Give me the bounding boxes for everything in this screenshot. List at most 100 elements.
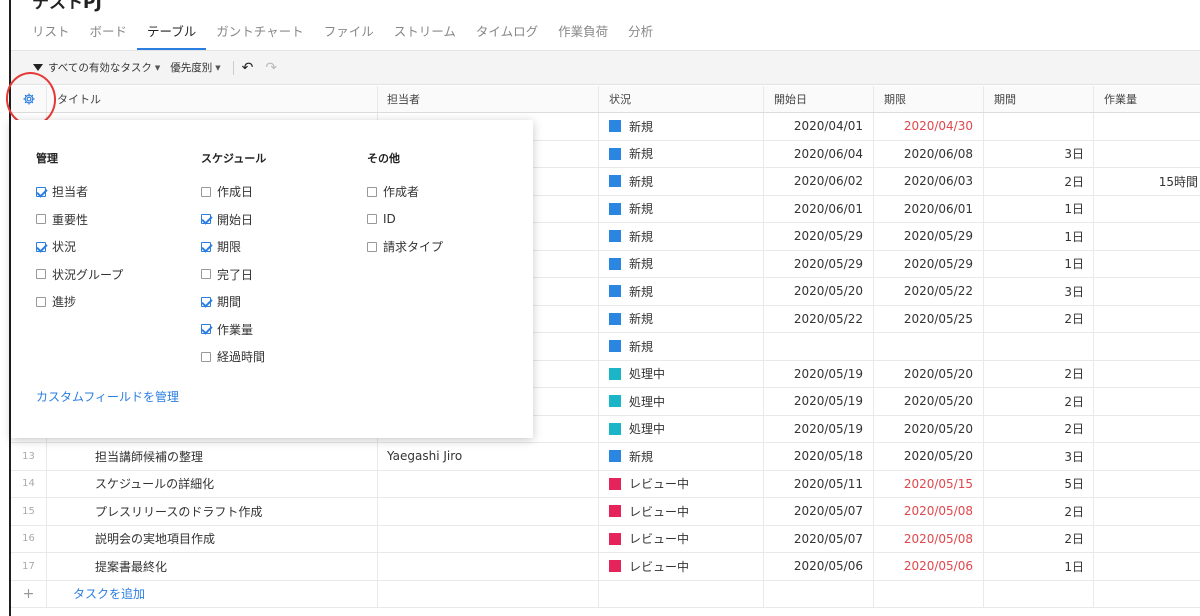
column-header-status[interactable]: 状況: [599, 86, 764, 112]
tab-2[interactable]: テーブル: [137, 20, 207, 50]
task-duration[interactable]: 1日: [984, 223, 1094, 250]
task-start-date[interactable]: 2020/05/19: [764, 360, 874, 387]
task-start-date[interactable]: [764, 333, 874, 360]
task-due-date[interactable]: 2020/05/29: [874, 223, 984, 250]
task-duration[interactable]: 3日: [984, 140, 1094, 167]
undo-icon[interactable]: ↶: [242, 60, 254, 76]
column-toggle[interactable]: 状況グループ: [36, 261, 123, 289]
column-toggle[interactable]: 経過時間: [201, 343, 266, 371]
task-start-date[interactable]: 2020/05/19: [764, 388, 874, 415]
column-toggle[interactable]: 期間: [201, 288, 266, 316]
task-duration[interactable]: [984, 113, 1094, 140]
task-title[interactable]: 担当講師候補の整理: [47, 443, 378, 470]
column-toggle[interactable]: 担当者: [36, 178, 123, 206]
task-start-date[interactable]: 2020/05/07: [764, 498, 874, 525]
checkbox-unchecked-icon[interactable]: [367, 186, 377, 197]
task-due-date[interactable]: 2020/05/08: [874, 498, 984, 525]
task-effort[interactable]: [1094, 553, 1200, 580]
checkbox-unchecked-icon[interactable]: [201, 186, 211, 197]
task-effort[interactable]: [1094, 333, 1200, 360]
column-header-title[interactable]: タイトル: [47, 86, 378, 112]
task-effort[interactable]: [1094, 498, 1200, 525]
checkbox-checked-icon[interactable]: [201, 241, 211, 252]
add-task-row[interactable]: + タスクを追加: [11, 580, 1200, 608]
task-start-date[interactable]: 2020/05/18: [764, 443, 874, 470]
task-duration[interactable]: 5日: [984, 470, 1094, 497]
checkbox-unchecked-icon[interactable]: [201, 269, 211, 280]
task-start-date[interactable]: 2020/06/01: [764, 195, 874, 222]
task-duration[interactable]: 2日: [984, 360, 1094, 387]
manage-custom-fields-link[interactable]: カスタムフィールドを管理: [36, 388, 179, 405]
tab-4[interactable]: ファイル: [314, 20, 384, 50]
task-assignee[interactable]: [378, 553, 599, 580]
task-start-date[interactable]: 2020/05/11: [764, 470, 874, 497]
task-status[interactable]: 新規: [599, 168, 764, 195]
task-duration[interactable]: 2日: [984, 168, 1094, 195]
task-effort[interactable]: [1094, 361, 1200, 388]
tab-5[interactable]: ストリーム: [384, 20, 466, 50]
checkbox-checked-icon[interactable]: [36, 186, 46, 197]
task-due-date[interactable]: 2020/05/22: [874, 278, 984, 305]
task-due-date[interactable]: 2020/05/20: [874, 443, 984, 470]
redo-icon[interactable]: ↷: [265, 60, 277, 76]
tab-7[interactable]: 作業負荷: [548, 20, 618, 50]
table-row[interactable]: 16 説明会の実地項目作成 レビュー中 2020/05/07 2020/05/08 2日: [11, 525, 1200, 553]
task-effort[interactable]: [1094, 306, 1200, 333]
task-title[interactable]: 提案書最終化: [47, 553, 378, 580]
task-status[interactable]: 新規: [599, 443, 764, 470]
task-start-date[interactable]: 2020/05/29: [764, 250, 874, 277]
task-duration[interactable]: 2日: [984, 305, 1094, 332]
task-start-date[interactable]: 2020/05/22: [764, 305, 874, 332]
add-task-plus-icon[interactable]: +: [11, 580, 47, 607]
task-due-date[interactable]: [874, 333, 984, 360]
checkbox-unchecked-icon[interactable]: [36, 214, 46, 225]
task-duration[interactable]: 2日: [984, 525, 1094, 552]
task-start-date[interactable]: 2020/06/02: [764, 168, 874, 195]
task-due-date[interactable]: 2020/05/20: [874, 415, 984, 442]
task-start-date[interactable]: 2020/05/19: [764, 415, 874, 442]
task-due-date[interactable]: 2020/05/15: [874, 470, 984, 497]
column-header-effort[interactable]: 作業量: [1094, 86, 1200, 112]
task-duration[interactable]: 3日: [984, 443, 1094, 470]
task-due-date[interactable]: 2020/05/25: [874, 305, 984, 332]
add-task-link[interactable]: タスクを追加: [47, 580, 378, 607]
task-due-date[interactable]: 2020/06/03: [874, 168, 984, 195]
task-effort[interactable]: [1094, 526, 1200, 553]
task-due-date[interactable]: 2020/05/20: [874, 360, 984, 387]
column-header-assignee[interactable]: 担当者: [378, 86, 599, 112]
task-duration[interactable]: 1日: [984, 250, 1094, 277]
checkbox-unchecked-icon[interactable]: [201, 351, 211, 362]
task-due-date[interactable]: 2020/05/08: [874, 525, 984, 552]
task-status[interactable]: レビュー中: [599, 470, 764, 497]
task-effort[interactable]: [1094, 443, 1200, 470]
column-toggle[interactable]: 開始日: [201, 206, 266, 234]
task-duration[interactable]: [984, 333, 1094, 360]
tab-3[interactable]: ガントチャート: [206, 20, 313, 50]
task-status[interactable]: 新規: [599, 140, 764, 167]
task-title[interactable]: 説明会の実地項目作成: [47, 525, 378, 552]
column-toggle[interactable]: 期限: [201, 233, 266, 261]
task-effort[interactable]: [1094, 388, 1200, 415]
table-row[interactable]: 15 プレスリリースのドラフト作成 レビュー中 2020/05/07 2020/05/0…: [11, 498, 1200, 526]
task-start-date[interactable]: 2020/04/01: [764, 113, 874, 140]
task-status[interactable]: 新規: [599, 113, 764, 140]
task-assignee[interactable]: [378, 498, 599, 525]
task-status[interactable]: 処理中: [599, 388, 764, 415]
column-toggle[interactable]: 状況: [36, 233, 123, 261]
task-status[interactable]: 新規: [599, 223, 764, 250]
task-title[interactable]: スケジュールの詳細化: [47, 470, 378, 497]
task-effort[interactable]: [1094, 471, 1200, 498]
task-start-date[interactable]: 2020/05/06: [764, 553, 874, 580]
task-duration[interactable]: 1日: [984, 553, 1094, 580]
task-assignee[interactable]: [378, 470, 599, 497]
table-row[interactable]: 17 提案書最終化 レビュー中 2020/05/06 2020/05/06 1日: [11, 553, 1200, 581]
task-due-date[interactable]: 2020/05/06: [874, 553, 984, 580]
task-status[interactable]: 処理中: [599, 360, 764, 387]
tab-8[interactable]: 分析: [618, 20, 663, 50]
task-assignee[interactable]: Yaegashi Jiro: [378, 443, 599, 470]
task-start-date[interactable]: 2020/05/20: [764, 278, 874, 305]
task-due-date[interactable]: 2020/05/29: [874, 250, 984, 277]
column-toggle[interactable]: ID: [367, 206, 443, 234]
task-status[interactable]: 処理中: [599, 415, 764, 442]
column-toggle[interactable]: 作成者: [367, 178, 443, 206]
